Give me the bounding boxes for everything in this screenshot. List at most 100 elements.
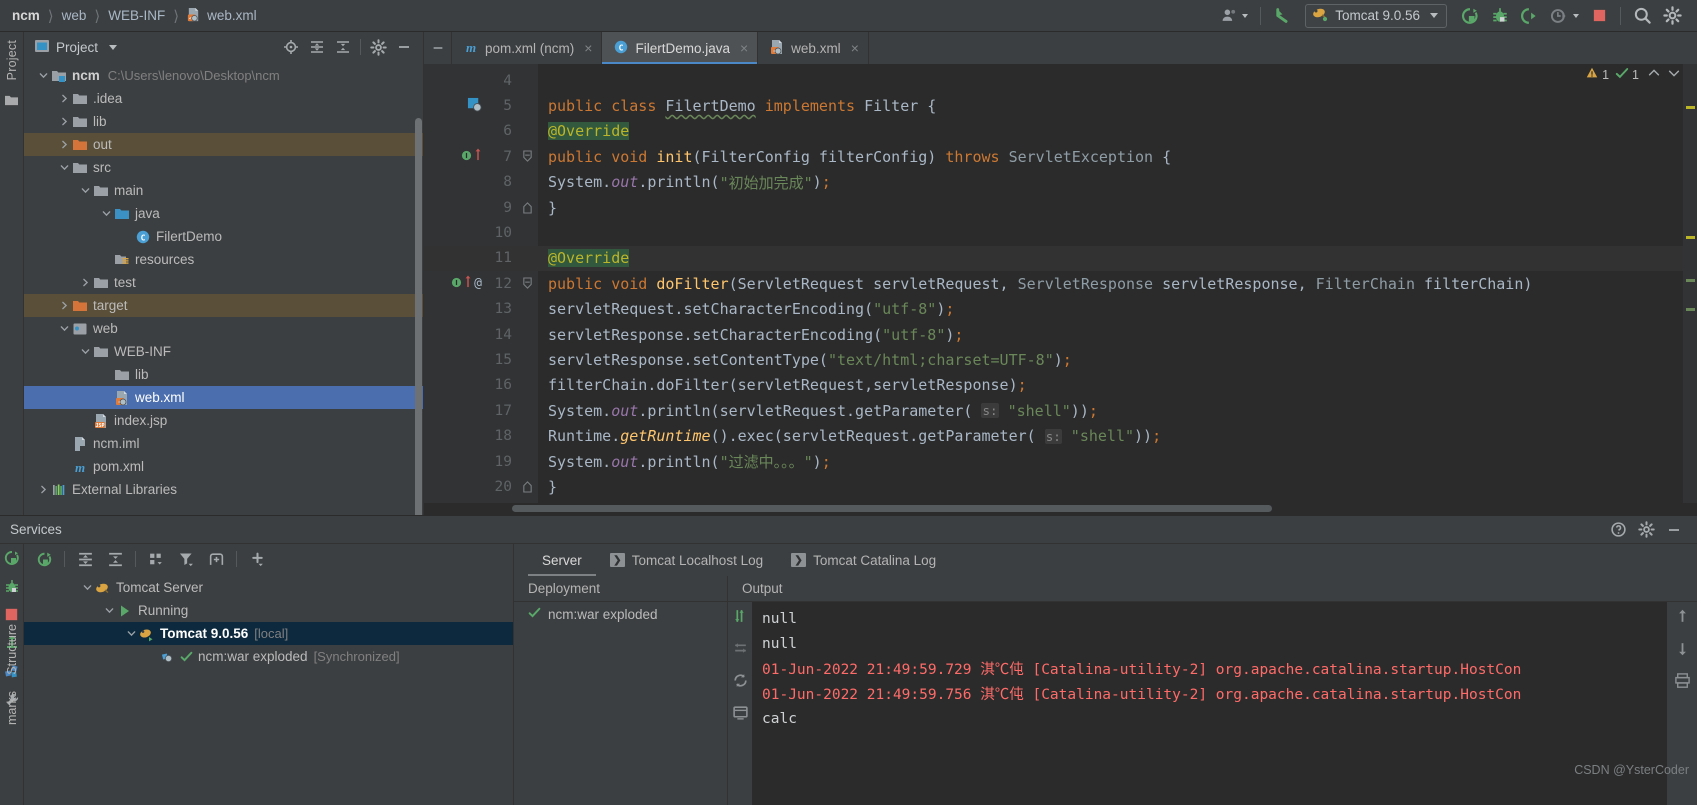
settings-gear-icon[interactable] (1657, 1, 1687, 31)
collapse-all-icon[interactable] (101, 546, 129, 572)
services-tree-row[interactable]: Tomcat Server (24, 576, 513, 599)
chevron-right-icon[interactable] (57, 117, 71, 126)
gutter-line[interactable]: 11 (424, 245, 516, 272)
project-tree-row[interactable]: .idea (24, 87, 423, 110)
chevron-right-icon[interactable] (57, 140, 71, 149)
code-line[interactable]: @Override (538, 245, 1697, 272)
code-line[interactable]: public class FilertDemo implements Filte… (538, 93, 1697, 118)
editor-fold-column[interactable] (516, 64, 538, 503)
add-tab-icon[interactable] (202, 546, 230, 572)
breadcrumb-item-webinf[interactable]: WEB-INF (107, 8, 166, 23)
code-line[interactable]: System. out .println(servletRequest.getPar… (538, 398, 1697, 423)
scroll-down-icon[interactable] (1674, 640, 1691, 660)
chevron-down-icon[interactable] (78, 347, 92, 356)
gutter-line[interactable]: 10 (424, 220, 516, 245)
code-line[interactable] (538, 220, 1697, 245)
chevron-right-icon[interactable] (36, 485, 50, 494)
console-line[interactable]: null (762, 631, 1667, 656)
warning-count[interactable]: 1 (1585, 66, 1609, 83)
editor-tab[interactable]: C FilertDemo.java × (602, 32, 759, 64)
update-arrow-icon[interactable] (1267, 1, 1297, 31)
breadcrumb-item-project[interactable]: ncm (11, 8, 41, 23)
services-tree-row[interactable]: ncm:war exploded [Synchronized] (24, 645, 513, 668)
chevron-down-icon[interactable] (57, 324, 71, 333)
editor-tab[interactable]: < web.xml × (758, 32, 869, 64)
annotation-marker-icon[interactable]: @ (474, 276, 482, 291)
project-tree-row[interactable]: test (24, 271, 423, 294)
project-tree-row[interactable]: web (24, 317, 423, 340)
gutter-line[interactable]: 20 (424, 474, 516, 499)
editor-tab[interactable]: m pom.xml (ncm) × (452, 32, 603, 64)
project-tree-row[interactable]: out (24, 133, 423, 156)
project-tree-row[interactable]: target (24, 294, 423, 317)
gutter-line[interactable]: 19 (424, 449, 516, 474)
hide-editor-tabs-icon[interactable] (424, 32, 452, 64)
gutter-line[interactable]: 7 (424, 144, 516, 169)
check-count[interactable]: 1 (1615, 66, 1639, 83)
chevron-down-icon[interactable] (124, 629, 138, 638)
console-line[interactable]: 01-Jun-2022 21:49:59.756 淇℃伅 [Catalina-u… (762, 681, 1667, 706)
inspection-summary[interactable]: 1 1 (1585, 66, 1681, 83)
gutter-line[interactable]: 13 (424, 297, 516, 322)
breadcrumb-item-file[interactable]: web.xml (206, 8, 258, 23)
inspection-error-stripe[interactable] (1683, 64, 1697, 503)
gutter-line[interactable]: 14 (424, 322, 516, 347)
gutter-line[interactable]: 8 (424, 170, 516, 195)
print-icon[interactable] (1674, 672, 1691, 692)
gutter-line[interactable]: 6 (424, 119, 516, 144)
filter-icon[interactable] (172, 546, 200, 572)
restart-icon[interactable] (732, 672, 749, 692)
chevron-down-icon[interactable] (80, 583, 94, 592)
tool-window-button-structure[interactable]: Structure (5, 624, 19, 675)
gutter-line[interactable]: 9 (424, 195, 516, 220)
code-line[interactable]: servletRequest.setCharacterEncoding("utf… (538, 297, 1697, 322)
project-tree-row[interactable]: lib (24, 363, 423, 386)
project-tree-row[interactable]: ncm.iml (24, 432, 423, 455)
rerun-icon[interactable] (30, 546, 58, 572)
gutter-line[interactable]: @12 (424, 271, 516, 296)
project-tree[interactable]: ncm C:\Users\lenovo\Desktop\ncm .idea lib ou… (24, 62, 423, 515)
gutter-line[interactable]: 16 (424, 373, 516, 398)
debug-icon[interactable] (1485, 1, 1515, 31)
fold-marker[interactable] (516, 195, 538, 220)
code-line[interactable]: System. out .println("初始加完成"); (538, 170, 1697, 195)
collapse-all-icon[interactable] (330, 34, 356, 60)
code-line[interactable]: System. out .println("过滤中。。。"); (538, 449, 1697, 474)
hide-icon[interactable] (391, 34, 417, 60)
search-everywhere-icon[interactable] (1627, 1, 1657, 31)
code-line[interactable]: servletResponse.setContentType("text/htm… (538, 347, 1697, 372)
project-tree-row[interactable]: lib (24, 110, 423, 133)
gutter-line[interactable]: 15 (424, 347, 516, 372)
gutter-line[interactable]: 18 (424, 423, 516, 448)
code-line[interactable]: public void doFilter (ServletRequest serv… (538, 271, 1697, 296)
services-tree-row[interactable]: Tomcat 9.0.56 [local] (24, 622, 513, 645)
project-tree-row[interactable]: src (24, 156, 423, 179)
editor-horizontal-scrollbar[interactable] (512, 505, 1272, 512)
tool-window-button-bookmarks[interactable]: marks (5, 691, 19, 725)
breadcrumb-item-web[interactable]: web (61, 8, 88, 23)
project-tree-row[interactable]: < web.xml (24, 386, 423, 409)
project-tree-scrollbar[interactable] (415, 118, 422, 515)
group-icon[interactable] (142, 546, 170, 572)
project-tree-row[interactable]: WEB-INF (24, 340, 423, 363)
gutter-line[interactable]: 4 (424, 68, 516, 93)
services-tab[interactable]: ❯ Tomcat Localhost Log (596, 544, 777, 576)
project-tree-row[interactable]: java (24, 202, 423, 225)
code-line[interactable] (538, 68, 1697, 93)
stop-icon[interactable] (1584, 1, 1614, 31)
gutter-line[interactable]: 5 (424, 93, 516, 118)
close-icon[interactable]: × (851, 40, 859, 56)
project-tree-row[interactable]: ncm C:\Users\lenovo\Desktop\ncm (24, 64, 423, 87)
chevron-down-icon[interactable] (99, 209, 113, 218)
folder-icon[interactable] (4, 94, 19, 110)
help-icon[interactable] (1605, 517, 1631, 543)
fold-marker[interactable] (516, 271, 538, 296)
settings-gear-icon[interactable] (1633, 517, 1659, 543)
locate-icon[interactable] (278, 34, 304, 60)
overriding-arrow-icon[interactable] (464, 275, 472, 292)
project-tree-row[interactable]: resources (24, 248, 423, 271)
profiler-icon[interactable] (1545, 1, 1584, 31)
chevron-down-icon[interactable] (57, 163, 71, 172)
close-icon[interactable]: × (584, 40, 592, 56)
run-icon[interactable] (1455, 1, 1485, 31)
